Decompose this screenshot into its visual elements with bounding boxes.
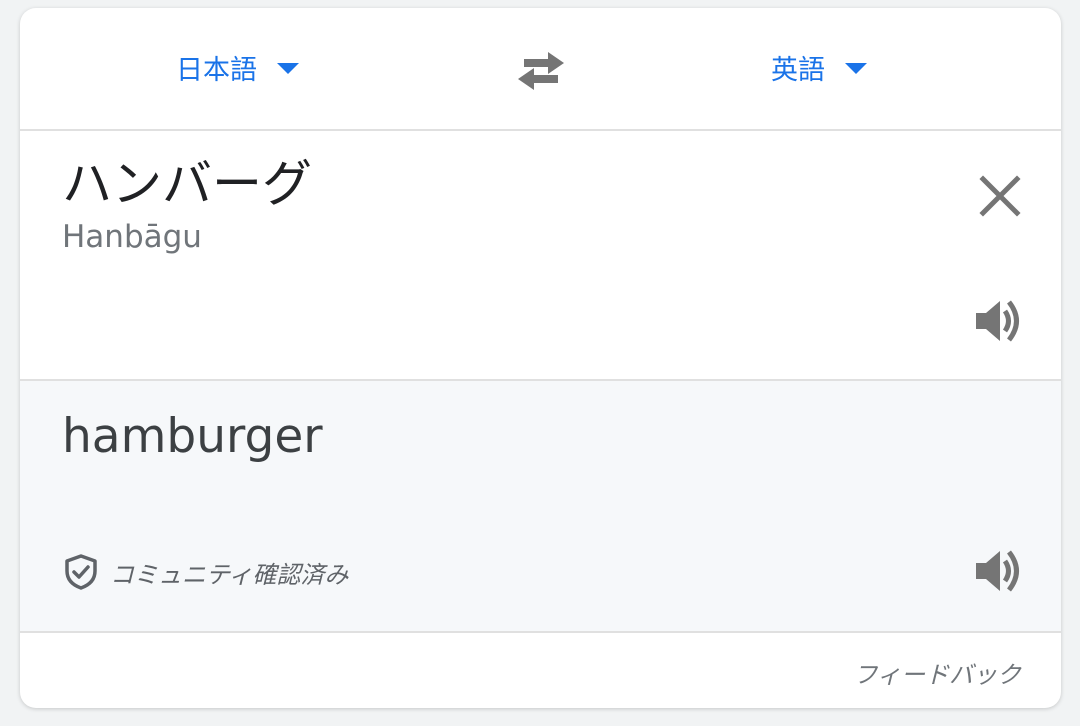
- volume-icon: [976, 300, 1019, 342]
- listen-translation-button[interactable]: [972, 543, 1028, 599]
- feedback-link[interactable]: フィードバック: [853, 655, 1021, 690]
- target-language-label: 英語: [771, 54, 825, 86]
- translate-card: 日本語 英語 ハンバーグ Hanbāgu hamburger コミュニティ確認済…: [20, 8, 1061, 708]
- source-language-label: 日本語: [176, 54, 257, 86]
- source-text[interactable]: ハンバーグ: [62, 157, 312, 212]
- language-bar: 日本語 英語: [20, 8, 1061, 131]
- caret-down-icon: [845, 62, 867, 74]
- target-language-selector[interactable]: 英語: [771, 42, 867, 92]
- shield-check-icon: [65, 554, 97, 590]
- source-panel: ハンバーグ Hanbāgu: [20, 131, 1061, 381]
- clear-button[interactable]: [975, 171, 1025, 221]
- swap-arrows-icon: [518, 52, 564, 90]
- volume-icon: [976, 550, 1019, 592]
- translation-text[interactable]: hamburger: [62, 409, 323, 464]
- transliteration: Hanbāgu: [62, 219, 202, 255]
- footer: フィードバック: [20, 633, 1061, 708]
- listen-source-button[interactable]: [972, 293, 1028, 349]
- badge-label: コミュニティ確認済み: [110, 560, 349, 589]
- result-panel: hamburger コミュニティ確認済み: [20, 381, 1061, 633]
- swap-languages-button[interactable]: [512, 48, 570, 94]
- source-language-selector[interactable]: 日本語: [176, 42, 299, 92]
- close-icon: [979, 175, 1021, 217]
- caret-down-icon: [277, 62, 299, 74]
- community-verified-badge[interactable]: コミュニティ確認済み: [64, 553, 349, 591]
